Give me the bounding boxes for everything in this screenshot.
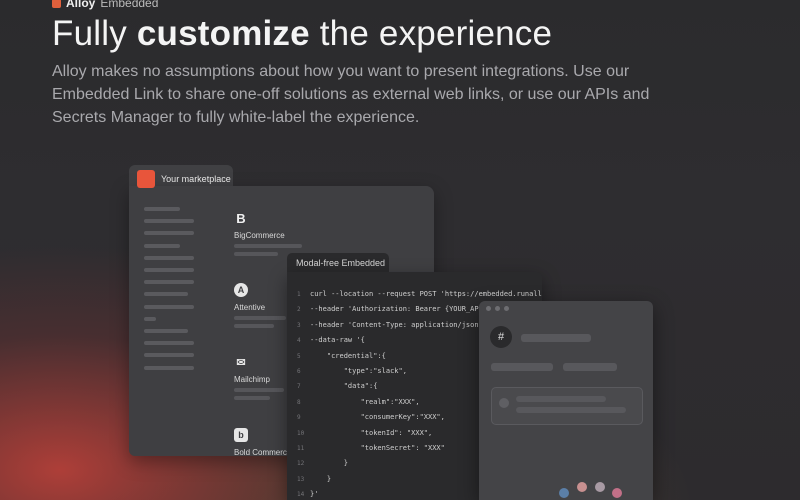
slack-icon: # <box>490 326 512 348</box>
app-name-bold-commerce[interactable]: Bold Commerce <box>234 448 291 457</box>
bold-commerce-icon: b <box>234 428 248 442</box>
sidebar-line <box>144 255 194 260</box>
brand: Alloy Embedded <box>52 0 158 10</box>
window-dot <box>486 306 491 311</box>
slack-message-card[interactable] <box>491 387 643 425</box>
sidebar-line <box>144 341 194 346</box>
app-line <box>234 396 270 400</box>
code-line-number: 14 <box>297 491 305 499</box>
code-line: }' <box>310 490 319 499</box>
code-line: --header 'Authorization: Bearer {YOUR_AP… <box>310 305 496 314</box>
brand-name: Alloy <box>66 0 96 10</box>
code-line: curl --location --request POST 'https://… <box>310 290 542 298</box>
code-tab-label: Modal-free Embedded <box>296 258 386 268</box>
app-name-bigcommerce[interactable]: BigCommerce <box>234 231 285 240</box>
app-name-attentive[interactable]: Attentive <box>234 303 265 312</box>
mailchimp-icon: ✉ <box>236 356 246 369</box>
bigcommerce-icon: B <box>236 210 246 226</box>
app-line <box>234 252 278 256</box>
headline-strong: customize <box>136 14 310 53</box>
slack-color-dot <box>559 488 569 498</box>
sidebar-line <box>144 329 188 333</box>
placeholder-bar <box>516 407 626 413</box>
sidebar-line <box>144 243 180 248</box>
code-line: "realm":"XXX", <box>310 397 420 406</box>
sidebar-line <box>144 353 194 358</box>
placeholder-bar <box>516 396 606 402</box>
sidebar-line <box>144 268 194 272</box>
alloy-logo-icon <box>52 0 61 8</box>
code-line: --header 'Content-Type: application/json… <box>310 320 492 329</box>
code-line: "tokenSecret": "XXX" <box>310 444 445 452</box>
code-line: } <box>310 474 332 483</box>
sidebar-line <box>144 316 156 321</box>
slack-color-dot <box>595 482 605 492</box>
brand-product: Embedded <box>100 0 159 10</box>
code-line-number: 2 <box>297 306 301 314</box>
window-dot <box>504 306 509 311</box>
sidebar-line <box>144 280 194 285</box>
code-line-number: 12 <box>297 460 305 468</box>
code-line-number: 10 <box>297 429 305 437</box>
marketplace-logo-icon <box>137 170 155 188</box>
code-line: "credential":{ <box>310 351 386 360</box>
code-line: "data":{ <box>310 382 378 391</box>
sidebar-line <box>144 292 188 297</box>
marketplace-title: Your marketplace <box>161 174 231 184</box>
code-line: "consumerKey":"XXX", <box>310 413 445 422</box>
page-subtitle: Alloy makes no assumptions about how you… <box>52 63 650 126</box>
code-line-number: 7 <box>297 383 301 391</box>
code-line: "type":"slack", <box>310 367 407 375</box>
slack-color-dot <box>612 488 622 498</box>
code-line-number: 9 <box>297 414 301 422</box>
headline-post: the experience <box>319 14 553 53</box>
code-line-number: 5 <box>297 352 301 360</box>
placeholder-bar <box>491 363 553 371</box>
code-line-number: 4 <box>297 337 301 345</box>
sidebar-line <box>144 231 194 236</box>
code-line-number: 8 <box>297 398 301 406</box>
sidebar-line <box>144 304 194 309</box>
app-line <box>234 324 274 328</box>
slack-color-dot <box>577 482 587 492</box>
placeholder-bar <box>521 334 591 342</box>
code-line-number: 13 <box>297 475 305 483</box>
code-line: } <box>310 459 348 468</box>
sidebar-line <box>144 365 194 370</box>
app-line <box>234 388 284 392</box>
sidebar-line <box>144 207 180 211</box>
window-dot <box>495 306 500 311</box>
page-title: Fully customize the experience <box>52 14 552 54</box>
headline-pre: Fully <box>52 14 127 53</box>
app-line <box>234 316 286 320</box>
code-line-number: 11 <box>297 445 305 452</box>
code-line-number: 3 <box>297 321 301 329</box>
attentive-icon: A <box>234 283 248 297</box>
code-line: "tokenId": "XXX", <box>310 428 433 437</box>
placeholder-bar <box>563 363 617 371</box>
code-line: --data-raw '{ <box>310 336 365 345</box>
code-line-number: 6 <box>297 368 301 375</box>
app-name-mailchimp[interactable]: Mailchimp <box>234 375 270 384</box>
avatar <box>499 398 509 408</box>
code-line-number: 1 <box>297 291 301 298</box>
app-line <box>234 244 302 248</box>
sidebar-line <box>144 219 194 224</box>
